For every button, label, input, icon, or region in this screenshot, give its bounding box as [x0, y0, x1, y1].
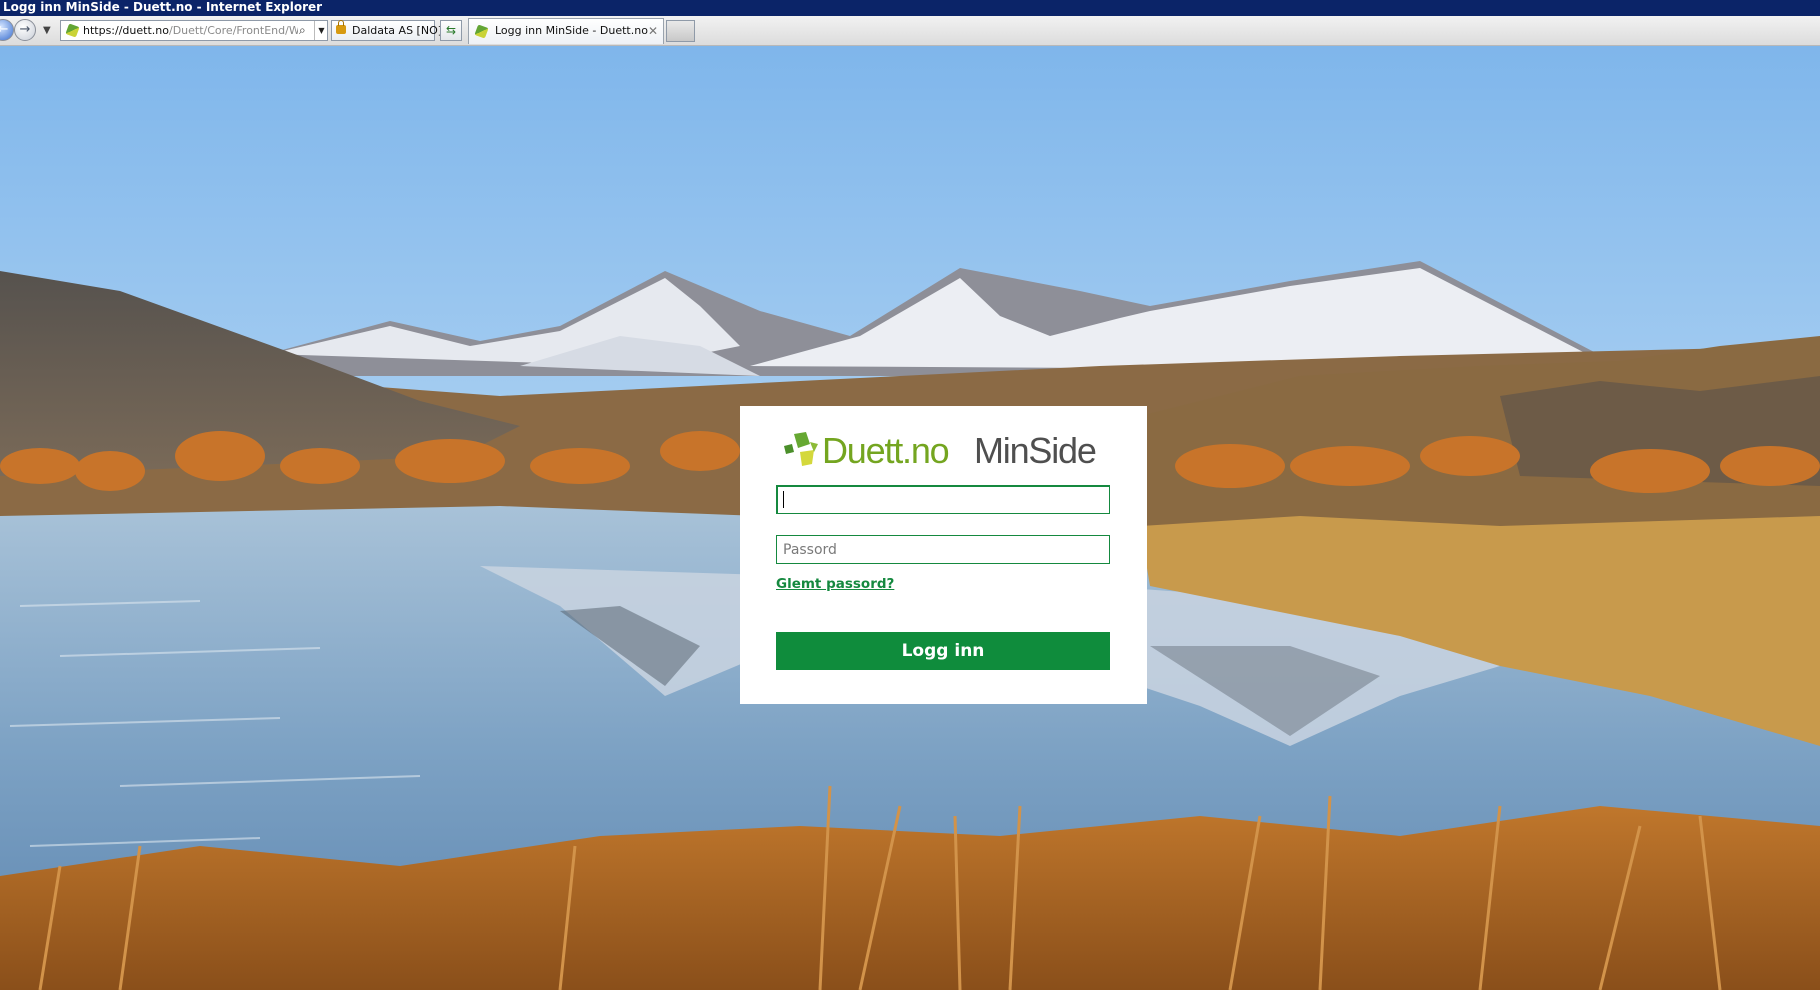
- tab-active[interactable]: Logg inn MinSide - Duett.no ✕: [468, 18, 664, 44]
- browser-toolbar: ← → ▼ https://duett.no/Duett/Core/FrontE…: [0, 16, 1820, 46]
- lock-icon: [336, 20, 346, 34]
- close-icon[interactable]: ✕: [648, 19, 658, 43]
- duett-logo-icon: [784, 432, 818, 466]
- refresh-icon[interactable]: ⇆: [440, 20, 462, 41]
- magnifier-icon[interactable]: ⌕: [299, 21, 306, 40]
- password-input[interactable]: [776, 535, 1110, 564]
- back-arrow-icon[interactable]: ←: [0, 19, 14, 41]
- tab-title: Logg inn MinSide - Duett.no: [495, 24, 648, 37]
- url-host: https://duett.no: [83, 24, 169, 37]
- forward-arrow-icon[interactable]: →: [14, 19, 36, 41]
- url-path: /Duett/Core/FrontEnd/Web: [168, 24, 298, 37]
- security-label: Daldata AS [NO]: [352, 24, 443, 37]
- address-url[interactable]: https://duett.no/Duett/Core/FrontEnd/Web: [83, 21, 298, 40]
- address-dropdown-icon[interactable]: ▼: [314, 21, 327, 40]
- forgot-password-link[interactable]: Glemt passord?: [776, 576, 894, 592]
- site-favicon-icon: [65, 23, 80, 38]
- recent-pages-dropdown-icon[interactable]: ▼: [43, 25, 51, 36]
- security-report-button[interactable]: Daldata AS [NO]: [331, 20, 442, 41]
- username-input[interactable]: [776, 485, 1110, 514]
- window-title: Logg inn MinSide - Duett.no - Internet E…: [0, 0, 1820, 16]
- new-tab-button[interactable]: [666, 20, 695, 42]
- text-cursor: [783, 491, 784, 508]
- login-card: Duett.no MinSide Glemt passord? Logg inn: [740, 406, 1147, 704]
- duett-minside-logo: Duett.no MinSide: [780, 428, 1110, 474]
- login-button[interactable]: Logg inn: [776, 632, 1110, 670]
- address-bar[interactable]: https://duett.no/Duett/Core/FrontEnd/Web…: [60, 20, 328, 41]
- brand-duett-text: Duett.no: [822, 430, 950, 471]
- tab-favicon-icon: [474, 24, 489, 39]
- browser-window: Logg inn MinSide - Duett.no - Internet E…: [0, 0, 1820, 990]
- brand-minside-text: MinSide: [974, 430, 1097, 471]
